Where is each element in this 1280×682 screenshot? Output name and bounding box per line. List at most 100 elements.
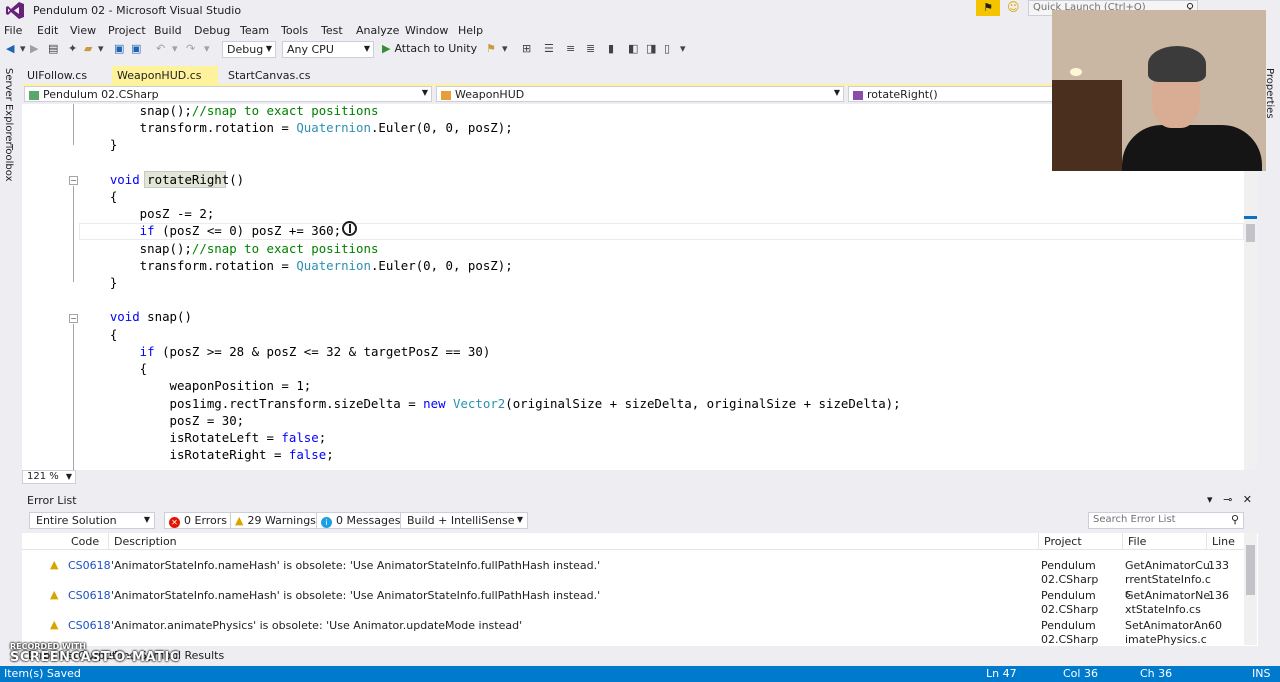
collapse-toggle-icon[interactable]: − <box>69 314 78 323</box>
code-keyword: if <box>80 344 155 359</box>
scroll-position-marker <box>1244 216 1257 219</box>
messages-filter-toggle[interactable]: i 0 Messages <box>316 512 406 529</box>
error-code-link[interactable]: CS0618 <box>68 589 111 602</box>
chevron-down-icon: ▼ <box>833 88 840 97</box>
class-dropdown[interactable]: WeaponHUD ▼ <box>436 86 844 102</box>
bookmark-icon[interactable]: ▮ <box>608 42 614 55</box>
panel-controls: ▾ ⊸ ✕ <box>1207 493 1252 506</box>
code-text: snap(); <box>80 241 192 256</box>
table-row[interactable]: ▲ CS0618 'AnimatorStateInfo.nameHash' is… <box>22 585 1244 616</box>
recording-watermark: RECORDED WITH SCREENCAST-O-MATIC <box>10 642 180 665</box>
menu-build[interactable]: Build <box>154 24 182 37</box>
menu-help[interactable]: Help <box>458 24 483 37</box>
tab-uifollow[interactable]: UIFollow.cs <box>22 66 92 85</box>
navigate-forward-icon[interactable]: ▶ <box>30 42 38 55</box>
member-value: rotateRight() <box>867 88 938 101</box>
error-code-link[interactable]: CS0618 <box>68 559 111 572</box>
table-row[interactable]: ▲ CS0618 'AnimatorStateInfo.nameHash' is… <box>22 555 1244 600</box>
server-explorer-tab[interactable]: Server Explorer <box>3 68 14 146</box>
chevron-down-icon: ▼ <box>421 88 428 97</box>
dropdown-arrow-icon[interactable]: ▾ <box>172 42 178 55</box>
error-code-link[interactable]: CS0618 <box>68 619 111 632</box>
tab-label: StartCanvas.cs <box>228 69 311 82</box>
code-line: { <box>80 361 148 376</box>
error-list-search-input[interactable]: Search Error List ⚲ <box>1088 512 1244 529</box>
menu-edit[interactable]: Edit <box>37 24 58 37</box>
find-in-files-icon[interactable]: ⊞ <box>522 42 531 55</box>
dropdown-arrow-icon[interactable]: ▾ <box>502 42 508 55</box>
build-filter-select[interactable]: Build + IntelliSense ▼ <box>400 512 528 529</box>
prev-bookmark-icon[interactable]: ◧ <box>628 42 638 55</box>
uncomment-icon[interactable]: ≣ <box>586 42 595 55</box>
attach-to-unity-button[interactable]: ▶ Attach to Unity <box>382 42 477 55</box>
solution-platform-select[interactable]: Any CPU ▼ <box>282 41 374 58</box>
table-row[interactable]: ▲ CS0618 'Animator.animatePhysics' is ob… <box>22 615 1244 660</box>
code-text: (posZ >= 28 & posZ <= 32 & targetPosZ ==… <box>154 344 491 359</box>
dropdown-arrow-icon[interactable]: ▾ <box>98 42 104 55</box>
status-message: Item(s) Saved <box>4 667 81 680</box>
dropdown-arrow-icon[interactable]: ▾ <box>20 42 26 55</box>
redo-icon[interactable]: ↷ <box>186 42 195 55</box>
toolbar-options-icon[interactable]: ▾ <box>680 42 686 55</box>
editor-zoom-bar: 121 % ▼ <box>22 470 1257 485</box>
new-project-icon[interactable]: ✦ <box>68 42 77 55</box>
tab-label: UIFollow.cs <box>27 69 88 82</box>
outline-line <box>73 186 74 282</box>
tab-startcanvas[interactable]: StartCanvas.cs <box>223 66 316 85</box>
dropdown-arrow-icon[interactable]: ▾ <box>204 42 210 55</box>
window-position-icon[interactable]: ▾ <box>1207 493 1213 506</box>
next-bookmark-icon[interactable]: ◨ <box>646 42 656 55</box>
menu-project[interactable]: Project <box>108 24 146 37</box>
warnings-filter-toggle[interactable]: ▲ 29 Warnings <box>230 512 321 529</box>
menu-team[interactable]: Team <box>240 24 269 37</box>
scope-select[interactable]: Entire Solution ▼ <box>29 512 155 529</box>
save-icon[interactable]: ▣ <box>114 42 124 55</box>
column-separator <box>1122 533 1123 550</box>
toolbox-tab[interactable]: Toolbox <box>3 144 14 182</box>
collapse-toggle-icon[interactable]: − <box>69 176 78 185</box>
navigate-back-icon[interactable]: ◀ <box>6 42 14 55</box>
chevron-down-icon: ▼ <box>516 515 523 524</box>
project-dropdown[interactable]: Pendulum 02.CSharp ▼ <box>24 86 432 102</box>
code-type: Vector2 <box>453 396 506 411</box>
code-comment: //snap to exact positions <box>191 104 379 118</box>
format-icon[interactable]: ☰ <box>544 42 554 55</box>
tab-weaponhud[interactable]: WeaponHUD.cs ⊸ ✕ <box>112 66 218 95</box>
column-line[interactable]: Line <box>1212 535 1235 548</box>
column-code[interactable]: Code <box>71 535 99 548</box>
code-text: snap() <box>139 309 192 324</box>
notifications-flag-icon[interactable]: ⚑ <box>976 0 1000 16</box>
browser-link-icon[interactable]: ⚑ <box>486 42 496 55</box>
open-file-icon[interactable]: ▰ <box>84 42 92 55</box>
scrollbar-thumb[interactable] <box>1246 545 1255 595</box>
webcam-overlay <box>1052 10 1266 171</box>
column-description[interactable]: Description <box>114 535 177 548</box>
visual-studio-logo-icon <box>6 2 24 19</box>
zoom-level-select[interactable]: 121 % ▼ <box>22 470 76 484</box>
menu-file[interactable]: File <box>4 24 22 37</box>
menu-view[interactable]: View <box>70 24 96 37</box>
auto-hide-pin-icon[interactable]: ⊸ <box>1223 493 1232 506</box>
scrollbar-thumb[interactable] <box>1246 224 1255 242</box>
clear-bookmarks-icon[interactable]: ▯ <box>664 42 670 55</box>
warnings-count: 29 Warnings <box>247 514 316 527</box>
save-all-icon[interactable]: ▣ <box>131 42 141 55</box>
menu-test[interactable]: Test <box>321 24 343 37</box>
code-text: isRotateLeft = <box>80 430 282 445</box>
menu-window[interactable]: Window <box>405 24 448 37</box>
member-dropdown[interactable]: rotateRight() <box>848 86 1054 102</box>
error-list-scrollbar[interactable] <box>1244 533 1257 645</box>
menu-debug[interactable]: Debug <box>194 24 230 37</box>
column-project[interactable]: Project <box>1044 535 1082 548</box>
errors-filter-toggle[interactable]: ✕ 0 Errors <box>164 512 233 529</box>
solution-configuration-select[interactable]: Debug ▼ <box>222 41 276 58</box>
menu-tools[interactable]: Tools <box>281 24 308 37</box>
close-icon[interactable]: ✕ <box>1243 493 1252 506</box>
code-text: transform.rotation = <box>80 120 297 135</box>
undo-icon[interactable]: ↶ <box>156 42 165 55</box>
menu-analyze[interactable]: Analyze <box>356 24 399 37</box>
column-file[interactable]: File <box>1128 535 1146 548</box>
comment-icon[interactable]: ≡ <box>566 42 575 55</box>
feedback-smiley-icon[interactable]: ☺ <box>1007 0 1020 14</box>
solution-explorer-icon[interactable]: ▤ <box>48 42 58 55</box>
